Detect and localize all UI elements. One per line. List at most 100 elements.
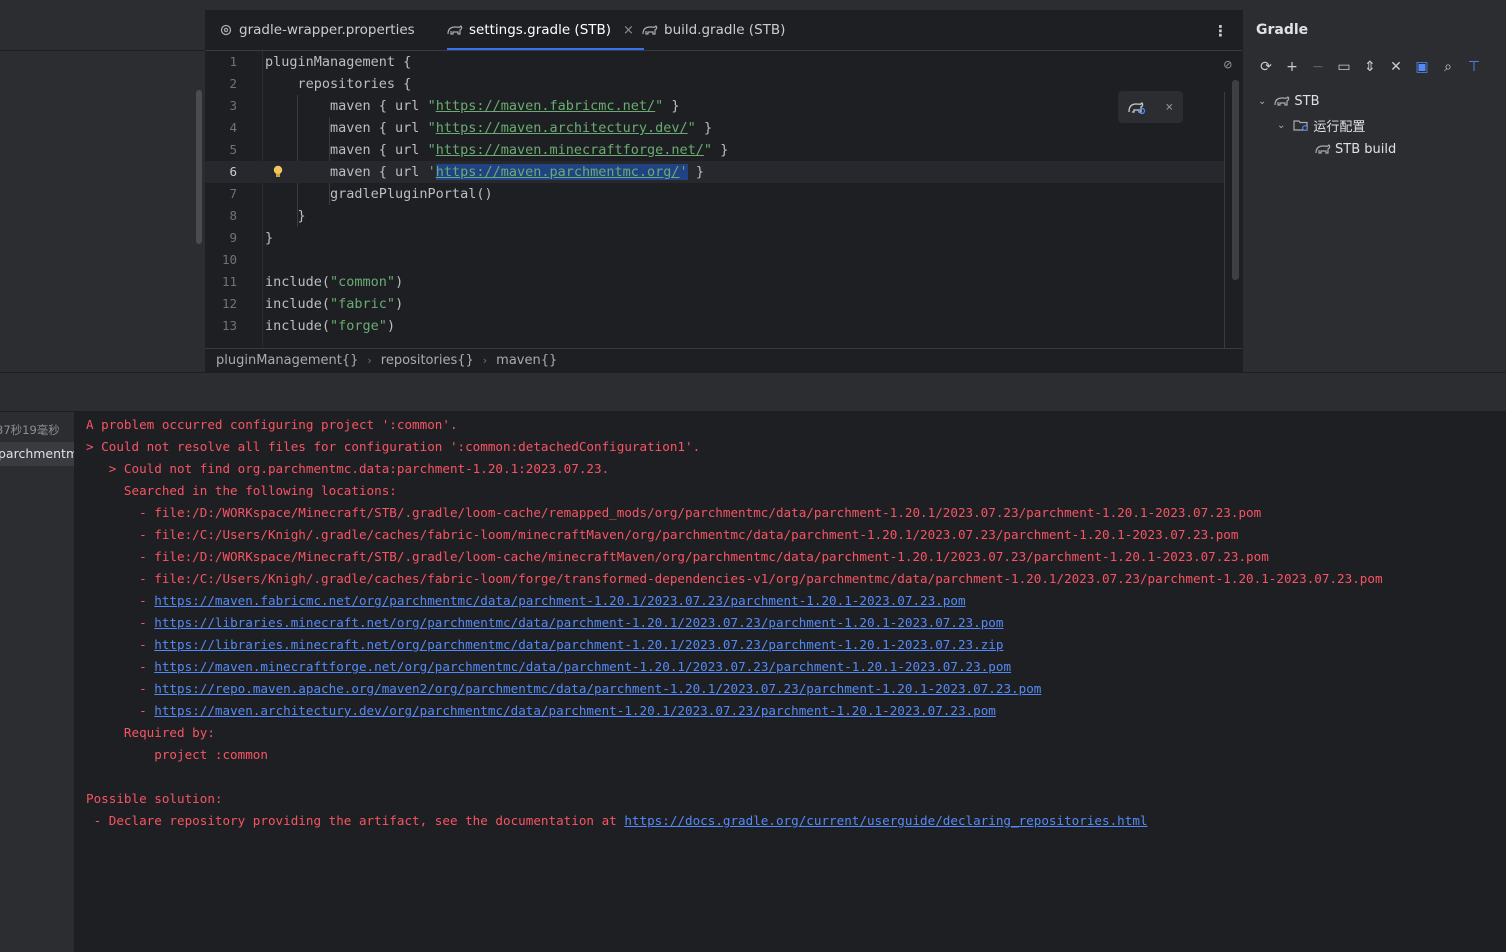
line-number: 1: [229, 54, 237, 69]
console-line: > Could not find org.parchmentmc.data:pa…: [86, 461, 610, 476]
console-line: - https://libraries.minecraft.net/org/pa…: [86, 615, 1004, 630]
line-number: 2: [229, 76, 237, 91]
console-link[interactable]: https://maven.fabricmc.net/org/parchment…: [154, 593, 965, 608]
tab-settings-gradle[interactable]: settings.gradle (STB) ×: [447, 10, 644, 50]
console-link[interactable]: https://docs.gradle.org/current/userguid…: [624, 813, 1147, 828]
code-line[interactable]: 10: [205, 249, 1225, 271]
chevron-right-icon: ›: [482, 354, 488, 367]
breadcrumb-item[interactable]: pluginManagement{}: [216, 353, 358, 368]
gradle-reload-icon[interactable]: [1128, 100, 1146, 114]
tab-label: settings.gradle (STB): [469, 22, 612, 38]
line-number: 12: [221, 296, 237, 311]
tree-node-label: STB build: [1335, 141, 1397, 157]
console-line: - file:/C:/Users/Knigh/.gradle/caches/fa…: [86, 527, 1239, 542]
tab-build-gradle[interactable]: build.gradle (STB): [642, 10, 785, 50]
gradle-toolbar: ⟳ + − ▭ ⇕ ✕ ▣ ⌕ ⊤: [1253, 57, 1487, 77]
string-literal: "fabric": [330, 296, 396, 312]
analyze-dependencies-icon[interactable]: ⌕: [1435, 59, 1461, 75]
url-link[interactable]: https://maven.parchmentmc.org/: [435, 164, 680, 180]
run-task-icon[interactable]: ▭: [1331, 59, 1357, 75]
code-text: }: [265, 230, 274, 246]
editor: gradle-wrapper.properties settings.gradl…: [205, 10, 1242, 388]
chevron-down-icon[interactable]: ⌄: [1277, 120, 1285, 131]
code-line[interactable]: 12 include("fabric"): [205, 293, 1225, 315]
code-text: maven { url "https://maven.architectury.…: [265, 120, 713, 136]
console-line: Possible solution:: [86, 791, 223, 806]
code-line[interactable]: 13 include("forge"): [205, 315, 1225, 337]
code-text: maven { url 'https://maven.parchmentmc.o…: [265, 164, 704, 180]
collapse-all-icon[interactable]: ✕: [1383, 59, 1409, 75]
editor-scrollbar[interactable]: [1232, 80, 1239, 280]
code-line[interactable]: 9}: [205, 227, 1225, 249]
code-line[interactable]: 2 repositories {: [205, 73, 1225, 95]
close-tab-icon[interactable]: ×: [623, 23, 634, 38]
url-link[interactable]: https://maven.minecraftforge.net/: [436, 142, 704, 158]
chevron-down-icon[interactable]: ⌄: [1258, 96, 1266, 107]
no-highlight-icon[interactable]: ⊘: [1224, 57, 1232, 73]
gear-icon: [220, 24, 232, 36]
tab-gradle-wrapper-properties[interactable]: gradle-wrapper.properties: [219, 10, 415, 50]
gradle-tool-window: Gradle ⟳ + − ▭ ⇕ ✕ ▣ ⌕ ⊤ ⌄ STB ⌄ 运行配置 ST…: [1242, 10, 1506, 372]
tree-node-label: STB: [1294, 93, 1320, 109]
console-link[interactable]: https://libraries.minecraft.net/org/parc…: [154, 637, 1003, 652]
console-line: - https://repo.maven.apache.org/maven2/o…: [86, 681, 1042, 696]
tree-node-label: 运行配置: [1313, 119, 1366, 135]
code-text: pluginManagement {: [265, 54, 412, 70]
gradle-elephant-icon: [1274, 95, 1290, 106]
string-quote: ": [703, 142, 713, 158]
code-line[interactable]: 1 pluginManagement {: [205, 51, 1225, 73]
code-text: include("common"): [265, 274, 404, 290]
code-line[interactable]: 4 maven { url "https://maven.architectur…: [205, 117, 1225, 139]
add-icon[interactable]: +: [1279, 59, 1305, 75]
folder-config-icon: [1293, 120, 1309, 131]
code-line[interactable]: 5 maven { url "https://maven.minecraftfo…: [205, 139, 1225, 161]
code-line[interactable]: 7 gradlePluginPortal(): [205, 183, 1225, 205]
code-text: gradlePluginPortal(): [265, 186, 493, 202]
line-number: 3: [229, 98, 237, 113]
more-options-icon[interactable]: ⋮: [1213, 22, 1228, 40]
tree-node-run-configs[interactable]: ⌄ 运行配置: [1277, 114, 1365, 136]
url-link[interactable]: https://maven.fabricmc.net/: [436, 98, 655, 114]
code-line[interactable]: 11 include("common"): [205, 271, 1225, 293]
line-number: 11: [221, 274, 237, 289]
string-quote: ": [687, 120, 696, 136]
console-line: - https://maven.fabricmc.net/org/parchme…: [86, 593, 966, 608]
run-tree-sidebar: 37秒19毫秒 parchmentmc: [0, 412, 74, 952]
tree-node-stb[interactable]: ⌄ STB: [1258, 90, 1320, 112]
string-quote: ": [427, 98, 436, 114]
string-quote: ': [679, 164, 688, 180]
expand-all-icon[interactable]: ⇕: [1357, 59, 1383, 75]
line-number: 13: [221, 318, 237, 333]
reload-icon[interactable]: ⟳: [1253, 59, 1279, 75]
close-popup-icon[interactable]: ×: [1165, 100, 1173, 115]
gradle-elephant-icon: [447, 24, 463, 35]
url-link[interactable]: https://maven.architectury.dev/: [436, 120, 688, 136]
console-line: project :common: [86, 747, 268, 762]
code-text: maven { url "https://maven.minecraftforg…: [265, 142, 729, 158]
settings-icon[interactable]: ⊤: [1461, 59, 1487, 75]
string-quote: ": [427, 142, 436, 158]
console-link[interactable]: https://libraries.minecraft.net/org/parc…: [154, 615, 1003, 630]
line-number: 8: [229, 208, 237, 223]
gradle-panel-title: Gradle: [1256, 22, 1309, 38]
gradle-sync-popup: ×: [1118, 91, 1183, 123]
tree-node-stb-build[interactable]: STB build: [1315, 138, 1396, 160]
console-link[interactable]: https://repo.maven.apache.org/maven2/org…: [154, 681, 1041, 696]
code-editor[interactable]: 1 pluginManagement {2 repositories {3 mav…: [205, 51, 1242, 388]
breadcrumb-item[interactable]: maven{}: [496, 353, 557, 368]
build-output-console[interactable]: A problem occurred configuring project '…: [74, 412, 1506, 952]
run-tree-item[interactable]: parchmentmc: [0, 442, 74, 466]
remove-icon[interactable]: −: [1305, 59, 1331, 75]
group-modules-icon[interactable]: ▣: [1409, 59, 1435, 75]
console-link[interactable]: https://maven.architectury.dev/org/parch…: [154, 703, 996, 718]
console-link[interactable]: https://maven.minecraftforge.net/org/par…: [154, 659, 1011, 674]
code-line[interactable]: 3 maven { url "https://maven.fabricmc.ne…: [205, 95, 1225, 117]
console-line: > Could not resolve all files for config…: [86, 439, 701, 454]
code-line[interactable]: 6 maven { url 'https://maven.parchmentmc…: [205, 161, 1225, 183]
code-line[interactable]: 8 }: [205, 205, 1225, 227]
lightbulb-icon[interactable]: [272, 165, 284, 183]
project-panel-scrollbar[interactable]: [196, 90, 202, 244]
line-number: 4: [229, 120, 237, 135]
line-number: 10: [221, 252, 237, 267]
breadcrumb-item[interactable]: repositories{}: [381, 353, 474, 368]
